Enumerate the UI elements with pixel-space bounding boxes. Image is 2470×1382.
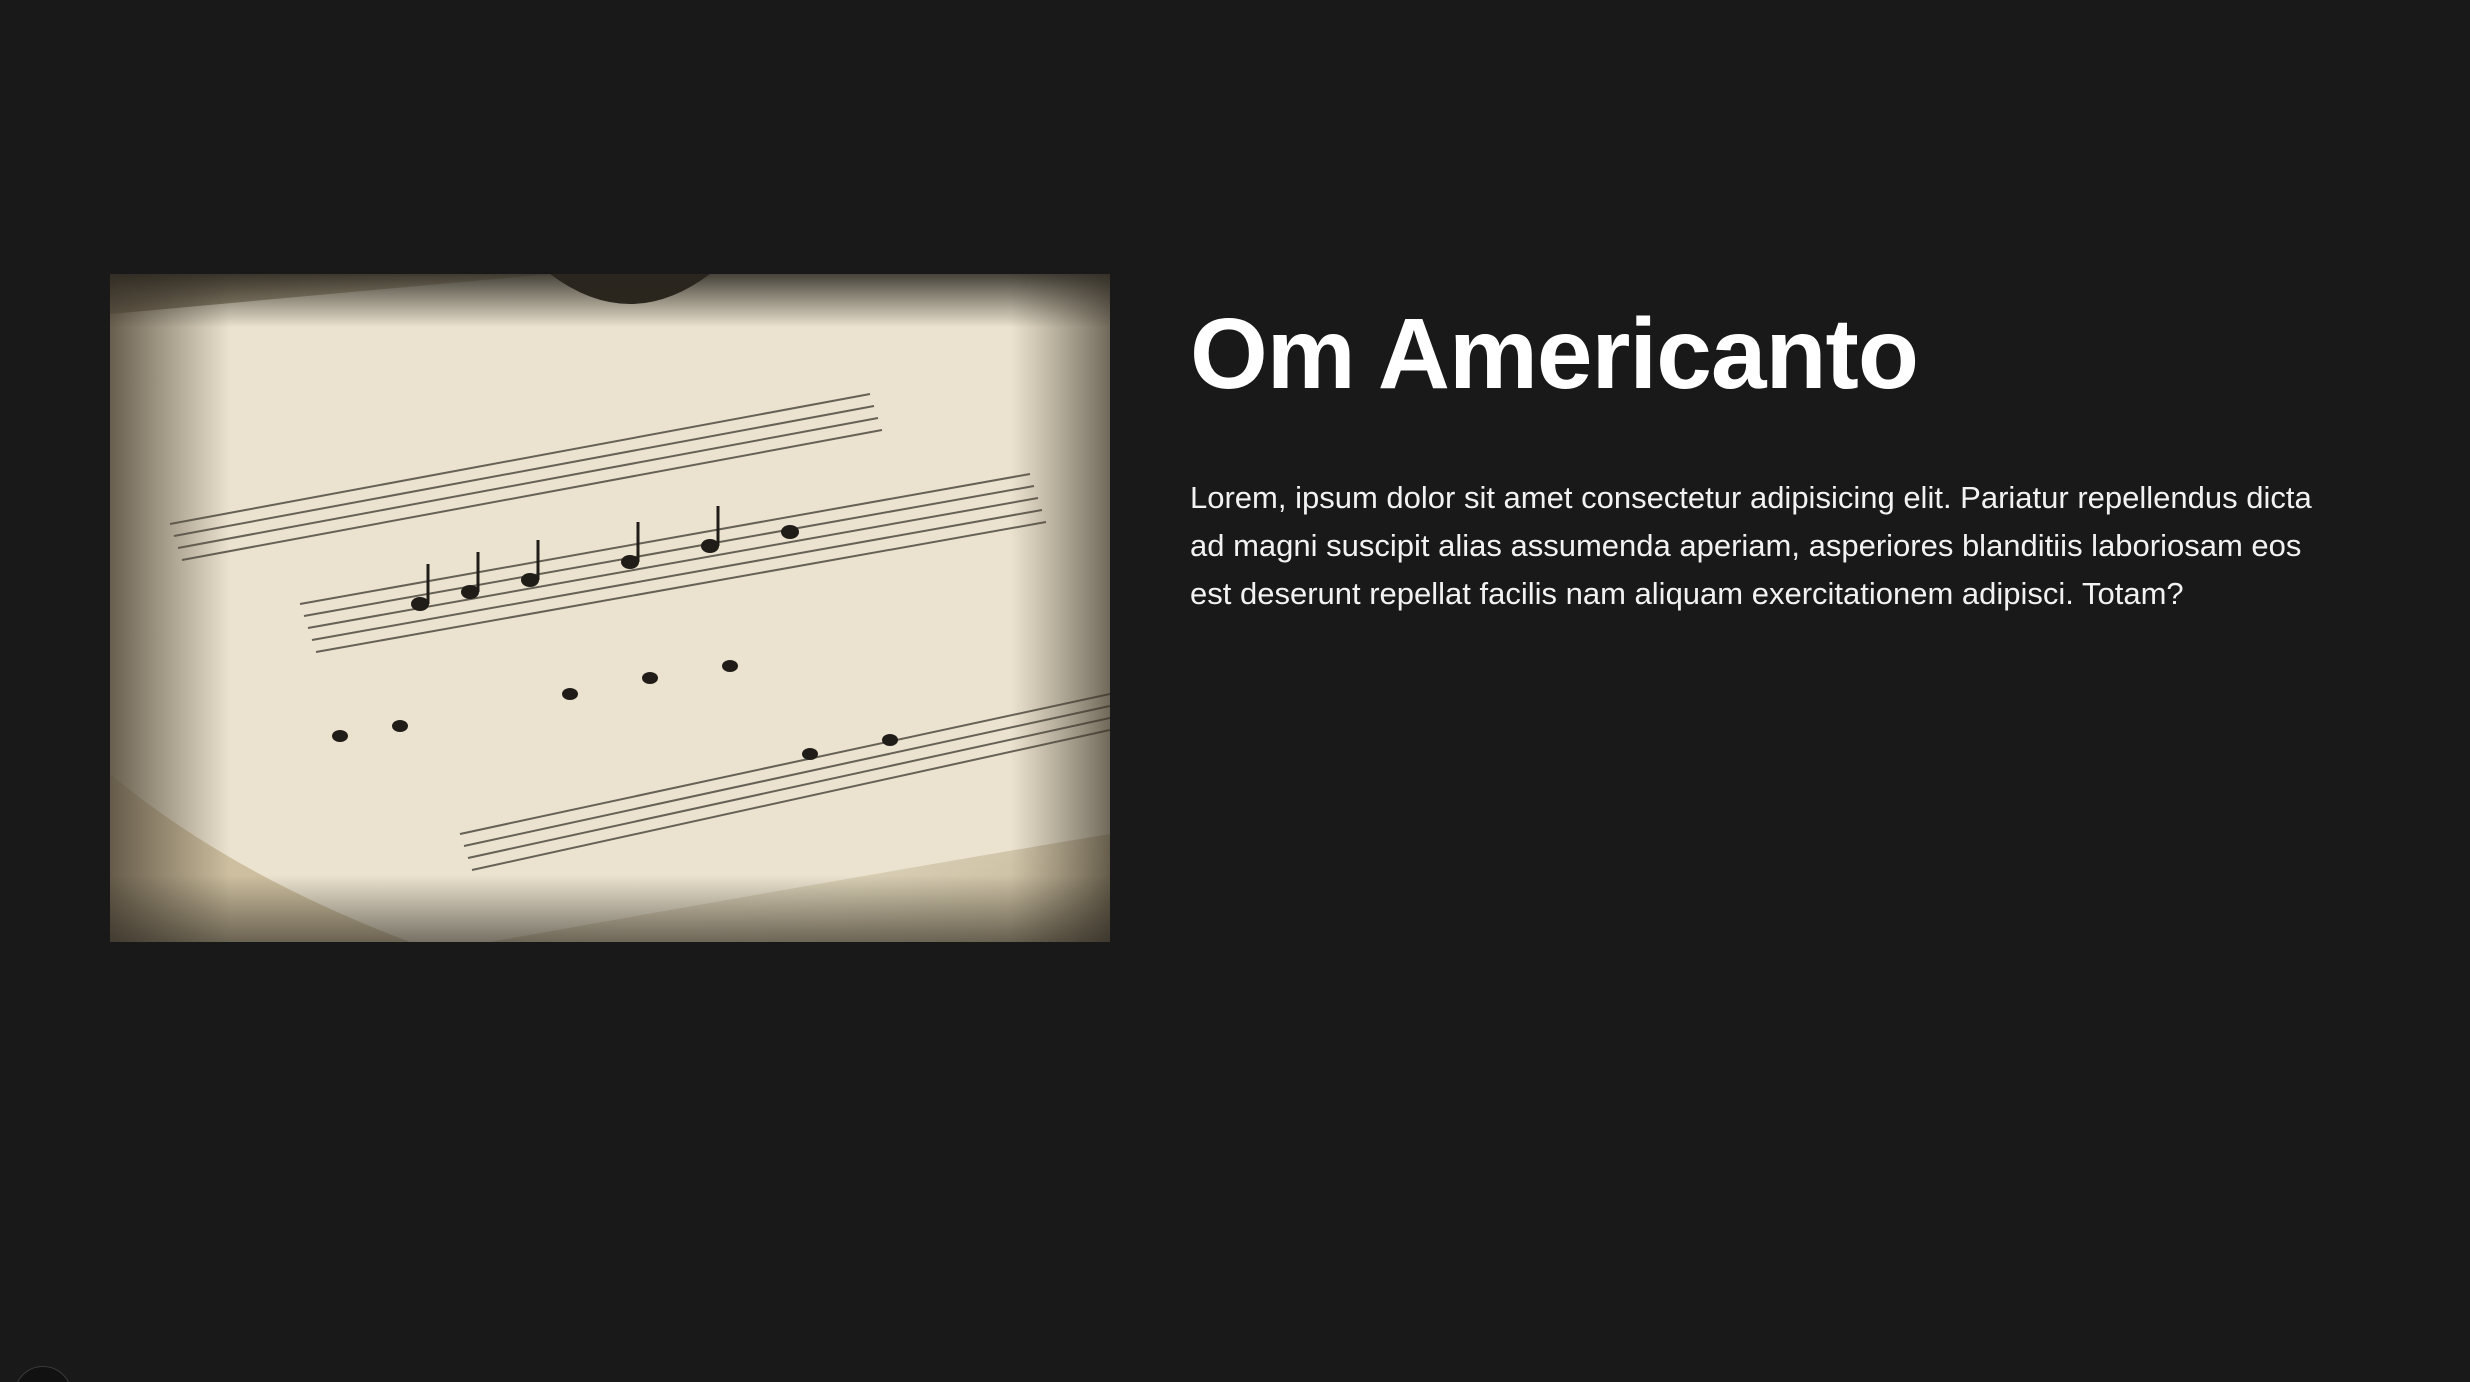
page-title: Om Americanto <box>1190 298 1919 410</box>
about-description: Lorem, ipsum dolor sit amet consectetur … <box>1190 480 2312 611</box>
sheet-music-illustration <box>110 274 1110 942</box>
about-text: Om Americanto Lorem, ipsum dolor sit ame… <box>1190 274 2350 618</box>
about-section: Om Americanto Lorem, ipsum dolor sit ame… <box>110 274 2360 942</box>
scroll-button[interactable] <box>14 1366 72 1382</box>
sheet-music-image <box>110 274 1110 942</box>
